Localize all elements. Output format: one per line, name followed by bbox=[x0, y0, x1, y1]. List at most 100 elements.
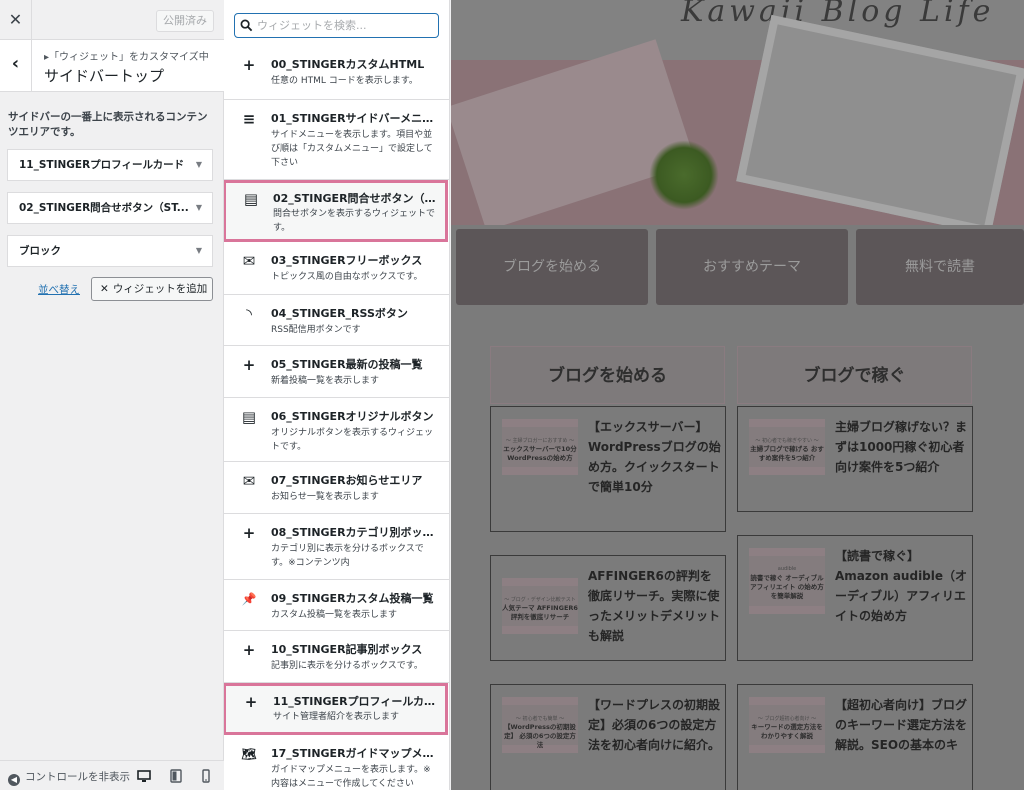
post-title[interactable]: 【エックスサーバー】WordPressブログの始め方。クイックスタートで簡単10… bbox=[588, 417, 723, 497]
widget-title: 01_STINGERサイドバーメニュー bbox=[271, 112, 441, 125]
widget-item-sidebar-menu[interactable]: ≡ 01_STINGERサイドバーメニュー サイドメニューを表示します。項目や並… bbox=[224, 100, 449, 180]
thumbnail-caption: 〜 主婦ブロガーにおすすめ 〜 bbox=[505, 438, 575, 444]
column-heading: ブログを始める bbox=[490, 346, 725, 404]
category-card[interactable]: 無料で読書 bbox=[856, 229, 1024, 305]
widget-description: カスタム投稿一覧を表示します bbox=[271, 610, 398, 620]
widget-item-profile-card[interactable]: + 11_STINGERプロフィールカード サイト管理者紹介を表示します bbox=[224, 683, 448, 735]
widget-description: お知らせ一覧を表示します bbox=[271, 492, 379, 502]
collapse-icon: ◀ bbox=[8, 774, 20, 786]
post-card[interactable]: audible 読書で稼ぐ オーディブルアフィリエイト の始め方を簡単解説 【読… bbox=[737, 535, 973, 661]
contact-card-icon: ▤ bbox=[241, 408, 257, 426]
hide-controls-label: コントロールを非表示 bbox=[25, 771, 130, 783]
rss-icon: ◝ bbox=[246, 305, 252, 323]
widget-item-recent-posts[interactable]: + 05_STINGER最新の投稿一覧 新着投稿一覧を表示します bbox=[224, 346, 449, 398]
widget-item-notice-area[interactable]: ✉ 07_STINGERお知らせエリア お知らせ一覧を表示します bbox=[224, 462, 449, 514]
widget-item-article-box[interactable]: + 10_STINGER記事別ボックス 記事別に表示を分けるボックスです。 bbox=[224, 631, 449, 683]
widget-title: 17_STINGERガイドマップメニュ... bbox=[271, 747, 441, 760]
widget-item-free-box[interactable]: ✉ 03_STINGERフリーボックス トピックス風の自由なボックスです。 bbox=[224, 242, 449, 295]
desktop-preview-icon[interactable] bbox=[137, 769, 151, 783]
post-title[interactable]: AFFINGER6の評判を徹底リサーチ。実際に使ったメリットデメリットも解説 bbox=[588, 566, 723, 646]
menu-icon: ≡ bbox=[242, 110, 256, 128]
post-title[interactable]: 【ワードプレスの初期設定】必須の6つの設定方法を初心者向けに紹介。 bbox=[588, 695, 723, 755]
widget-title: 03_STINGERフリーボックス bbox=[271, 254, 423, 267]
area-widget-contact-button[interactable]: 02_STINGER問合せボタン（ST... ▼ bbox=[7, 192, 213, 224]
post-card[interactable]: 〜 初心者でも稼ぎやすい 〜 主婦ブログで稼げる おすすめ案件を5つ紹介 主婦ブ… bbox=[737, 406, 973, 512]
add-widget-label: ウィジェットを追加 bbox=[112, 283, 208, 295]
area-widget-label: ブロック bbox=[19, 245, 61, 257]
category-card[interactable]: ブログを始める bbox=[456, 229, 648, 305]
post-thumbnail: 〜 初心者でも稼ぎやすい 〜 主婦ブログで稼げる おすすめ案件を5つ紹介 bbox=[749, 419, 825, 475]
widget-item-custom-post-list[interactable]: 📌 09_STINGERカスタム投稿一覧 カスタム投稿一覧を表示します bbox=[224, 580, 449, 631]
widget-item-original-button[interactable]: ▤ 06_STINGERオリジナルボタン オリジナルボタンを表示するウィジェット… bbox=[224, 398, 449, 462]
tablet-preview-icon[interactable] bbox=[169, 769, 183, 783]
thumbnail-title: キーワードの選定方法を わかりやすく解説 bbox=[751, 723, 823, 740]
column-heading: ブログで稼ぐ bbox=[737, 346, 972, 404]
widget-item-guide-map-menu[interactable]: 🗺 17_STINGERガイドマップメニュ... ガイドマップメニューを表示しま… bbox=[224, 735, 449, 790]
mobile-preview-icon[interactable] bbox=[199, 769, 213, 783]
post-thumbnail: 〜 ブログ超初心者向け 〜 キーワードの選定方法を わかりやすく解説 bbox=[749, 697, 825, 753]
widget-description: 問合せボタンを表示するウィジェットです。 bbox=[273, 209, 436, 233]
hero-script-title: Kawaii Blog Life bbox=[681, 0, 995, 29]
thumbnail-title: エックスサーバーで10分 WordPressの始め方 bbox=[503, 445, 577, 462]
area-widget-label: 11_STINGERプロフィールカード bbox=[19, 159, 185, 171]
widget-title: 00_STINGERカスタムHTML bbox=[271, 58, 425, 71]
close-icon: ✕ bbox=[100, 283, 109, 295]
widget-description: ガイドマップメニューを表示します。※内容はメニューで作成してください bbox=[271, 765, 431, 789]
thumbnail-caption: 〜 初心者でも簡単 〜 bbox=[515, 716, 565, 722]
publish-button[interactable]: 公開済み bbox=[156, 10, 214, 32]
post-card[interactable]: 〜 ブログ超初心者向け 〜 キーワードの選定方法を わかりやすく解説 【超初心者… bbox=[737, 684, 973, 790]
widget-description: サイト管理者紹介を表示します bbox=[273, 712, 400, 722]
widget-description: カテゴリ別に表示を分けるボックスです。※コンテンツ内 bbox=[271, 544, 424, 568]
widget-item-contact-button[interactable]: ▤ 02_STINGER問合せボタン（ST... 問合せボタンを表示するウィジェ… bbox=[224, 180, 448, 242]
envelope-icon: ✉ bbox=[242, 252, 256, 270]
site-preview: Kawaii Blog Life ブログを始める おすすめテーマ 無料で読書 ブ… bbox=[451, 0, 1024, 790]
plus-icon: + bbox=[242, 524, 256, 542]
plus-icon: + bbox=[244, 693, 258, 711]
plus-icon: + bbox=[242, 56, 256, 74]
hide-controls-button[interactable]: ◀ コントロールを非表示 bbox=[8, 769, 130, 786]
post-thumbnail: 〜 主婦ブロガーにおすすめ 〜 エックスサーバーで10分 WordPressの始… bbox=[502, 419, 578, 475]
plus-icon: + bbox=[242, 641, 256, 659]
envelope-icon: ✉ bbox=[242, 472, 256, 490]
reorder-link[interactable]: 並べ替え bbox=[38, 282, 80, 297]
widget-title: 08_STINGERカテゴリ別ボックス bbox=[271, 526, 441, 539]
customizer-footer: ◀ コントロールを非表示 bbox=[0, 760, 224, 790]
post-card[interactable]: 〜 ブログ・デザイン比較テスト 〜 人気テーマ AFFINGER6 評判を徹底リ… bbox=[490, 555, 726, 661]
post-card[interactable]: 〜 初心者でも簡単 〜 【WordPressの初期設定】 必須の6つの設定方法 … bbox=[490, 684, 726, 790]
widget-description: 新着投稿一覧を表示します bbox=[271, 376, 380, 386]
post-title[interactable]: 【超初心者向け】ブログのキーワード選定方法を解説。SEOの基本のキ bbox=[835, 695, 970, 755]
widget-title: 05_STINGER最新の投稿一覧 bbox=[271, 358, 423, 371]
category-card[interactable]: おすすめテーマ bbox=[656, 229, 848, 305]
area-widget-profile-card[interactable]: 11_STINGERプロフィールカード ▼ bbox=[7, 149, 213, 181]
section-header: ‹ ▸「ウィジェット」をカスタマイズ中 サイドバートップ bbox=[0, 40, 224, 92]
thumbnail-title: 人気テーマ AFFINGER6 評判を徹底リサーチ bbox=[502, 604, 578, 621]
post-card[interactable]: 〜 主婦ブロガーにおすすめ 〜 エックスサーバーで10分 WordPressの始… bbox=[490, 406, 726, 532]
available-widgets-panel: + 00_STINGERカスタムHTML 任意の HTML コードを表示します。… bbox=[224, 0, 450, 790]
widget-title: 06_STINGERオリジナルボタン bbox=[271, 410, 434, 423]
hero-image: Kawaii Blog Life bbox=[451, 0, 1024, 225]
breadcrumb: ▸「ウィジェット」をカスタマイズ中 bbox=[44, 52, 209, 63]
post-title[interactable]: 主婦ブログ稼げない？まずは1000円稼ぐ初心者向け案件を5つ紹介 bbox=[835, 417, 970, 477]
post-title[interactable]: 【読書で稼ぐ】Amazon audible（オーディブル）アフィリエイトの始め方 bbox=[835, 546, 970, 626]
widget-area-description: サイドバーの一番上に表示されるコンテンツエリアです。 bbox=[8, 111, 208, 138]
customizer-panel: ✕ 公開済み ‹ ▸「ウィジェット」をカスタマイズ中 サイドバートップ サイドバ… bbox=[0, 0, 224, 790]
widget-description: オリジナルボタンを表示するウィジェットです。 bbox=[271, 428, 434, 452]
widget-search-input[interactable] bbox=[257, 16, 435, 35]
close-customizer-button[interactable]: ✕ bbox=[0, 0, 32, 40]
widget-item-custom-html[interactable]: + 00_STINGERカスタムHTML 任意の HTML コードを表示します。 bbox=[224, 46, 449, 100]
pin-icon: 📌 bbox=[241, 592, 257, 606]
post-thumbnail: 〜 初心者でも簡単 〜 【WordPressの初期設定】 必須の6つの設定方法 bbox=[502, 697, 578, 753]
widget-title: 11_STINGERプロフィールカード bbox=[273, 695, 443, 708]
widget-item-rss-button[interactable]: ◝ 04_STINGER_RSSボタン RSS配信用ボタンです bbox=[224, 295, 449, 346]
widget-title: 09_STINGERカスタム投稿一覧 bbox=[271, 592, 434, 605]
add-widget-button[interactable]: ✕ ウィジェットを追加 bbox=[91, 277, 213, 301]
widget-item-category-box[interactable]: + 08_STINGERカテゴリ別ボックス カテゴリ別に表示を分けるボックスです… bbox=[224, 514, 449, 580]
thumbnail-title: 読書で稼ぐ オーディブルアフィリエイト の始め方を簡単解説 bbox=[750, 574, 824, 600]
section-title: サイドバートップ bbox=[44, 67, 165, 85]
widget-description: 任意の HTML コードを表示します。 bbox=[271, 76, 418, 86]
widget-title: 10_STINGER記事別ボックス bbox=[271, 643, 423, 656]
back-button[interactable]: ‹ bbox=[0, 40, 32, 91]
widget-description: RSS配信用ボタンです bbox=[271, 325, 361, 335]
post-thumbnail: audible 読書で稼ぐ オーディブルアフィリエイト の始め方を簡単解説 bbox=[749, 548, 825, 614]
area-widget-block[interactable]: ブロック ▼ bbox=[7, 235, 213, 267]
